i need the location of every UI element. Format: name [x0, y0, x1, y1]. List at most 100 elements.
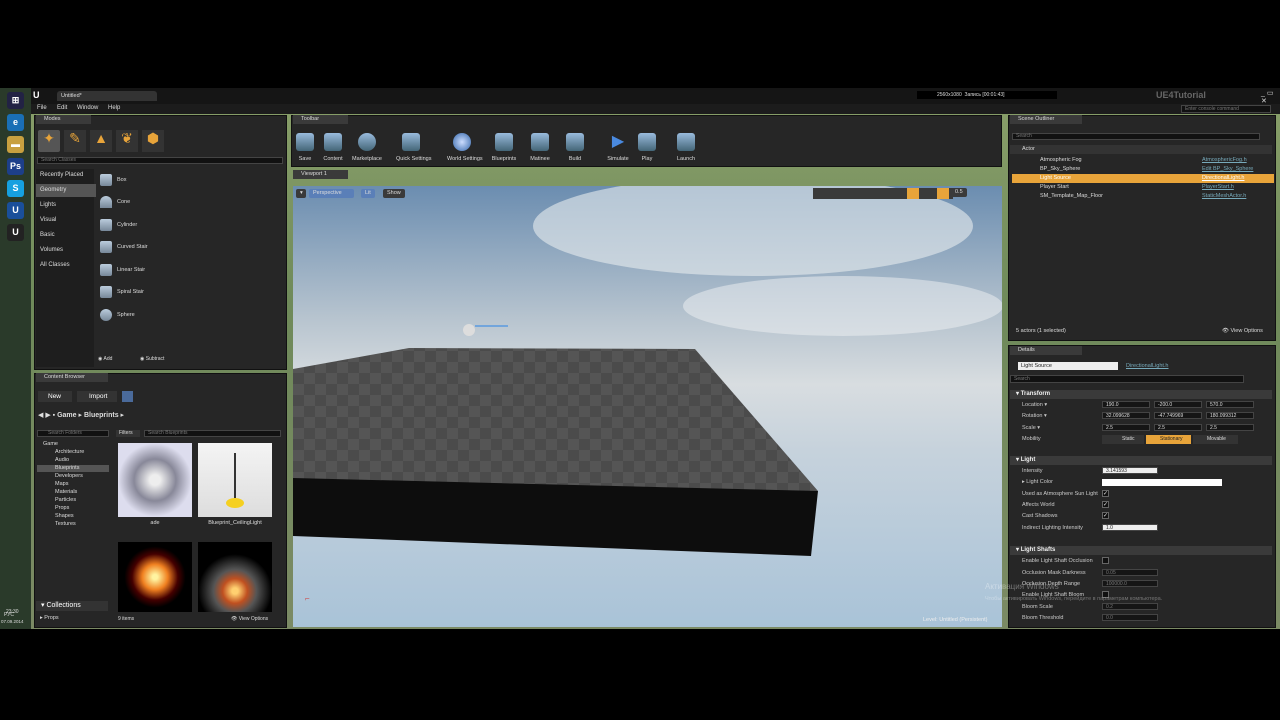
item-curved-stair[interactable]: Curved Stair: [117, 244, 148, 250]
outliner-column-actor[interactable]: Actor: [1010, 145, 1272, 154]
menu-edit[interactable]: Edit: [57, 105, 67, 111]
viewport-options-icon[interactable]: ▾: [296, 189, 306, 198]
outliner-row[interactable]: Player Start PlayerStart.h: [1012, 183, 1274, 192]
menu-help[interactable]: Help: [108, 105, 120, 111]
folder-developers[interactable]: Developers: [55, 473, 83, 479]
scale-x[interactable]: 2.5: [1102, 424, 1150, 431]
sun-checkbox[interactable]: ✓: [1102, 490, 1109, 497]
folder-icon[interactable]: ▬: [7, 136, 24, 153]
show-button[interactable]: Show: [383, 189, 405, 198]
photoshop-icon[interactable]: Ps: [7, 158, 24, 175]
item-cone[interactable]: Cone: [117, 199, 130, 205]
category-visual[interactable]: Visual: [36, 214, 96, 227]
blueprints-button[interactable]: Blueprints: [489, 133, 519, 163]
play-button[interactable]: Play: [632, 133, 662, 163]
modes-tab[interactable]: Modes: [36, 115, 91, 124]
mobility-stationary[interactable]: Stationary: [1146, 435, 1191, 444]
folder-particles[interactable]: Particles: [55, 497, 76, 503]
item-box[interactable]: Box: [117, 177, 126, 183]
transform-tools[interactable]: [813, 188, 953, 199]
shaft-occlusion-checkbox[interactable]: [1102, 557, 1109, 564]
folder-game[interactable]: Game: [43, 441, 58, 447]
skype-icon[interactable]: S: [7, 180, 24, 197]
breadcrumb-blueprints[interactable]: Blueprints: [84, 412, 119, 419]
search-classes-input[interactable]: Search Classes: [37, 157, 283, 164]
new-button[interactable]: New: [38, 391, 72, 402]
content-button[interactable]: Content: [318, 133, 348, 163]
details-search[interactable]: Search: [1010, 375, 1244, 383]
folder-maps[interactable]: Maps: [55, 481, 68, 487]
category-all-classes[interactable]: All Classes: [36, 259, 96, 272]
item-cylinder[interactable]: Cylinder: [117, 222, 137, 228]
folder-blueprints[interactable]: Blueprints: [37, 465, 109, 472]
scale-z[interactable]: 2.5: [1206, 424, 1254, 431]
outliner-row[interactable]: SM_Template_Map_Floor StaticMeshActor.h: [1012, 192, 1274, 201]
folder-materials[interactable]: Materials: [55, 489, 77, 495]
outliner-row[interactable]: BP_Sky_Sphere Edit BP_Sky_Sphere: [1012, 165, 1274, 174]
toolbar-tab[interactable]: Toolbar: [293, 115, 348, 124]
location-z[interactable]: 570.0: [1206, 401, 1254, 408]
item-spiral-stair[interactable]: Spiral Stair: [117, 289, 144, 295]
category-volumes[interactable]: Volumes: [36, 244, 96, 257]
folder-props[interactable]: Props: [55, 505, 69, 511]
folder-shapes[interactable]: Shapes: [55, 513, 74, 519]
geometry-mode-icon[interactable]: ⬢: [142, 130, 164, 152]
save-button[interactable]: Save: [290, 133, 320, 163]
rotation-y[interactable]: -47.749969: [1154, 412, 1202, 419]
unreal-editor-icon[interactable]: U: [7, 224, 24, 241]
asset-thumb-rock[interactable]: [118, 443, 192, 517]
depth-range-field[interactable]: 100000.0: [1102, 580, 1158, 587]
light-color-swatch[interactable]: [1102, 479, 1222, 486]
collections-header[interactable]: ▾ Collections: [36, 601, 108, 611]
search-folders-input[interactable]: Search Folders: [37, 430, 109, 437]
paint-mode-icon[interactable]: ✎: [64, 130, 86, 152]
indirect-field[interactable]: 1.0: [1102, 524, 1158, 531]
build-button[interactable]: Build: [560, 133, 590, 163]
section-light-shafts[interactable]: ▾ Light Shafts: [1010, 546, 1272, 555]
rotation-x[interactable]: 32.099628: [1102, 412, 1150, 419]
subtract-radio[interactable]: ◉ Subtract: [140, 356, 164, 362]
menu-window[interactable]: Window: [77, 105, 98, 111]
category-geometry[interactable]: Geometry: [36, 184, 96, 197]
perspective-button[interactable]: Perspective: [309, 189, 354, 198]
filters-button[interactable]: Filters: [116, 430, 140, 437]
mobility-movable[interactable]: Movable: [1193, 435, 1238, 444]
snap-value[interactable]: 0.5: [951, 188, 967, 197]
rotation-z[interactable]: 180.099312: [1206, 412, 1254, 419]
viewport[interactable]: ▾ Perspective Lit Show 0.5 Level: Untitl…: [293, 186, 1002, 627]
ie-icon[interactable]: e: [7, 114, 24, 131]
category-recently-placed[interactable]: Recently Placed: [36, 169, 96, 182]
place-mode-icon[interactable]: ✦: [38, 130, 60, 152]
console-input[interactable]: Enter console command: [1181, 105, 1271, 113]
scale-y[interactable]: 2.5: [1154, 424, 1202, 431]
category-basic[interactable]: Basic: [36, 229, 96, 242]
bloom-scale-field[interactable]: 0.2: [1102, 603, 1158, 610]
outliner-search[interactable]: Search: [1012, 133, 1260, 140]
folder-audio[interactable]: Audio: [55, 457, 69, 463]
search-assets-input[interactable]: Search Blueprints: [144, 430, 281, 437]
save-all-icon[interactable]: [122, 391, 133, 402]
section-light[interactable]: ▾ Light: [1010, 456, 1272, 465]
unreal-launcher-icon[interactable]: U: [7, 202, 24, 219]
quick-settings-button[interactable]: Quick Settings: [396, 133, 431, 163]
rotation-snap-icon[interactable]: [907, 188, 919, 199]
item-sphere[interactable]: Sphere: [117, 312, 135, 318]
marketplace-button[interactable]: Marketplace: [352, 133, 382, 163]
category-lights[interactable]: Lights: [36, 199, 96, 212]
folder-architecture[interactable]: Architecture: [55, 449, 84, 455]
bloom-threshold-field[interactable]: 0.0: [1102, 614, 1158, 621]
item-linear-stair[interactable]: Linear Stair: [117, 267, 145, 273]
menu-file[interactable]: File: [37, 105, 47, 111]
outliner-row-selected[interactable]: Light Source DirectionalLight.h: [1012, 174, 1274, 183]
landscape-mode-icon[interactable]: ▲: [90, 130, 112, 152]
world-settings-button[interactable]: World Settings: [447, 133, 483, 163]
scale-snap-icon[interactable]: [937, 188, 949, 199]
launch-button[interactable]: Launch: [671, 133, 701, 163]
details-tab[interactable]: Details: [1010, 346, 1082, 355]
asset-thumb-ceilinglight[interactable]: [198, 443, 272, 517]
cb-view-options[interactable]: 👁 View Options: [231, 616, 268, 622]
cast-shadows-checkbox[interactable]: ✓: [1102, 512, 1109, 519]
level-tab[interactable]: Untitled*: [57, 91, 157, 101]
breadcrumb-game[interactable]: Game: [57, 412, 76, 419]
mask-darkness-field[interactable]: 0.05: [1102, 569, 1158, 576]
